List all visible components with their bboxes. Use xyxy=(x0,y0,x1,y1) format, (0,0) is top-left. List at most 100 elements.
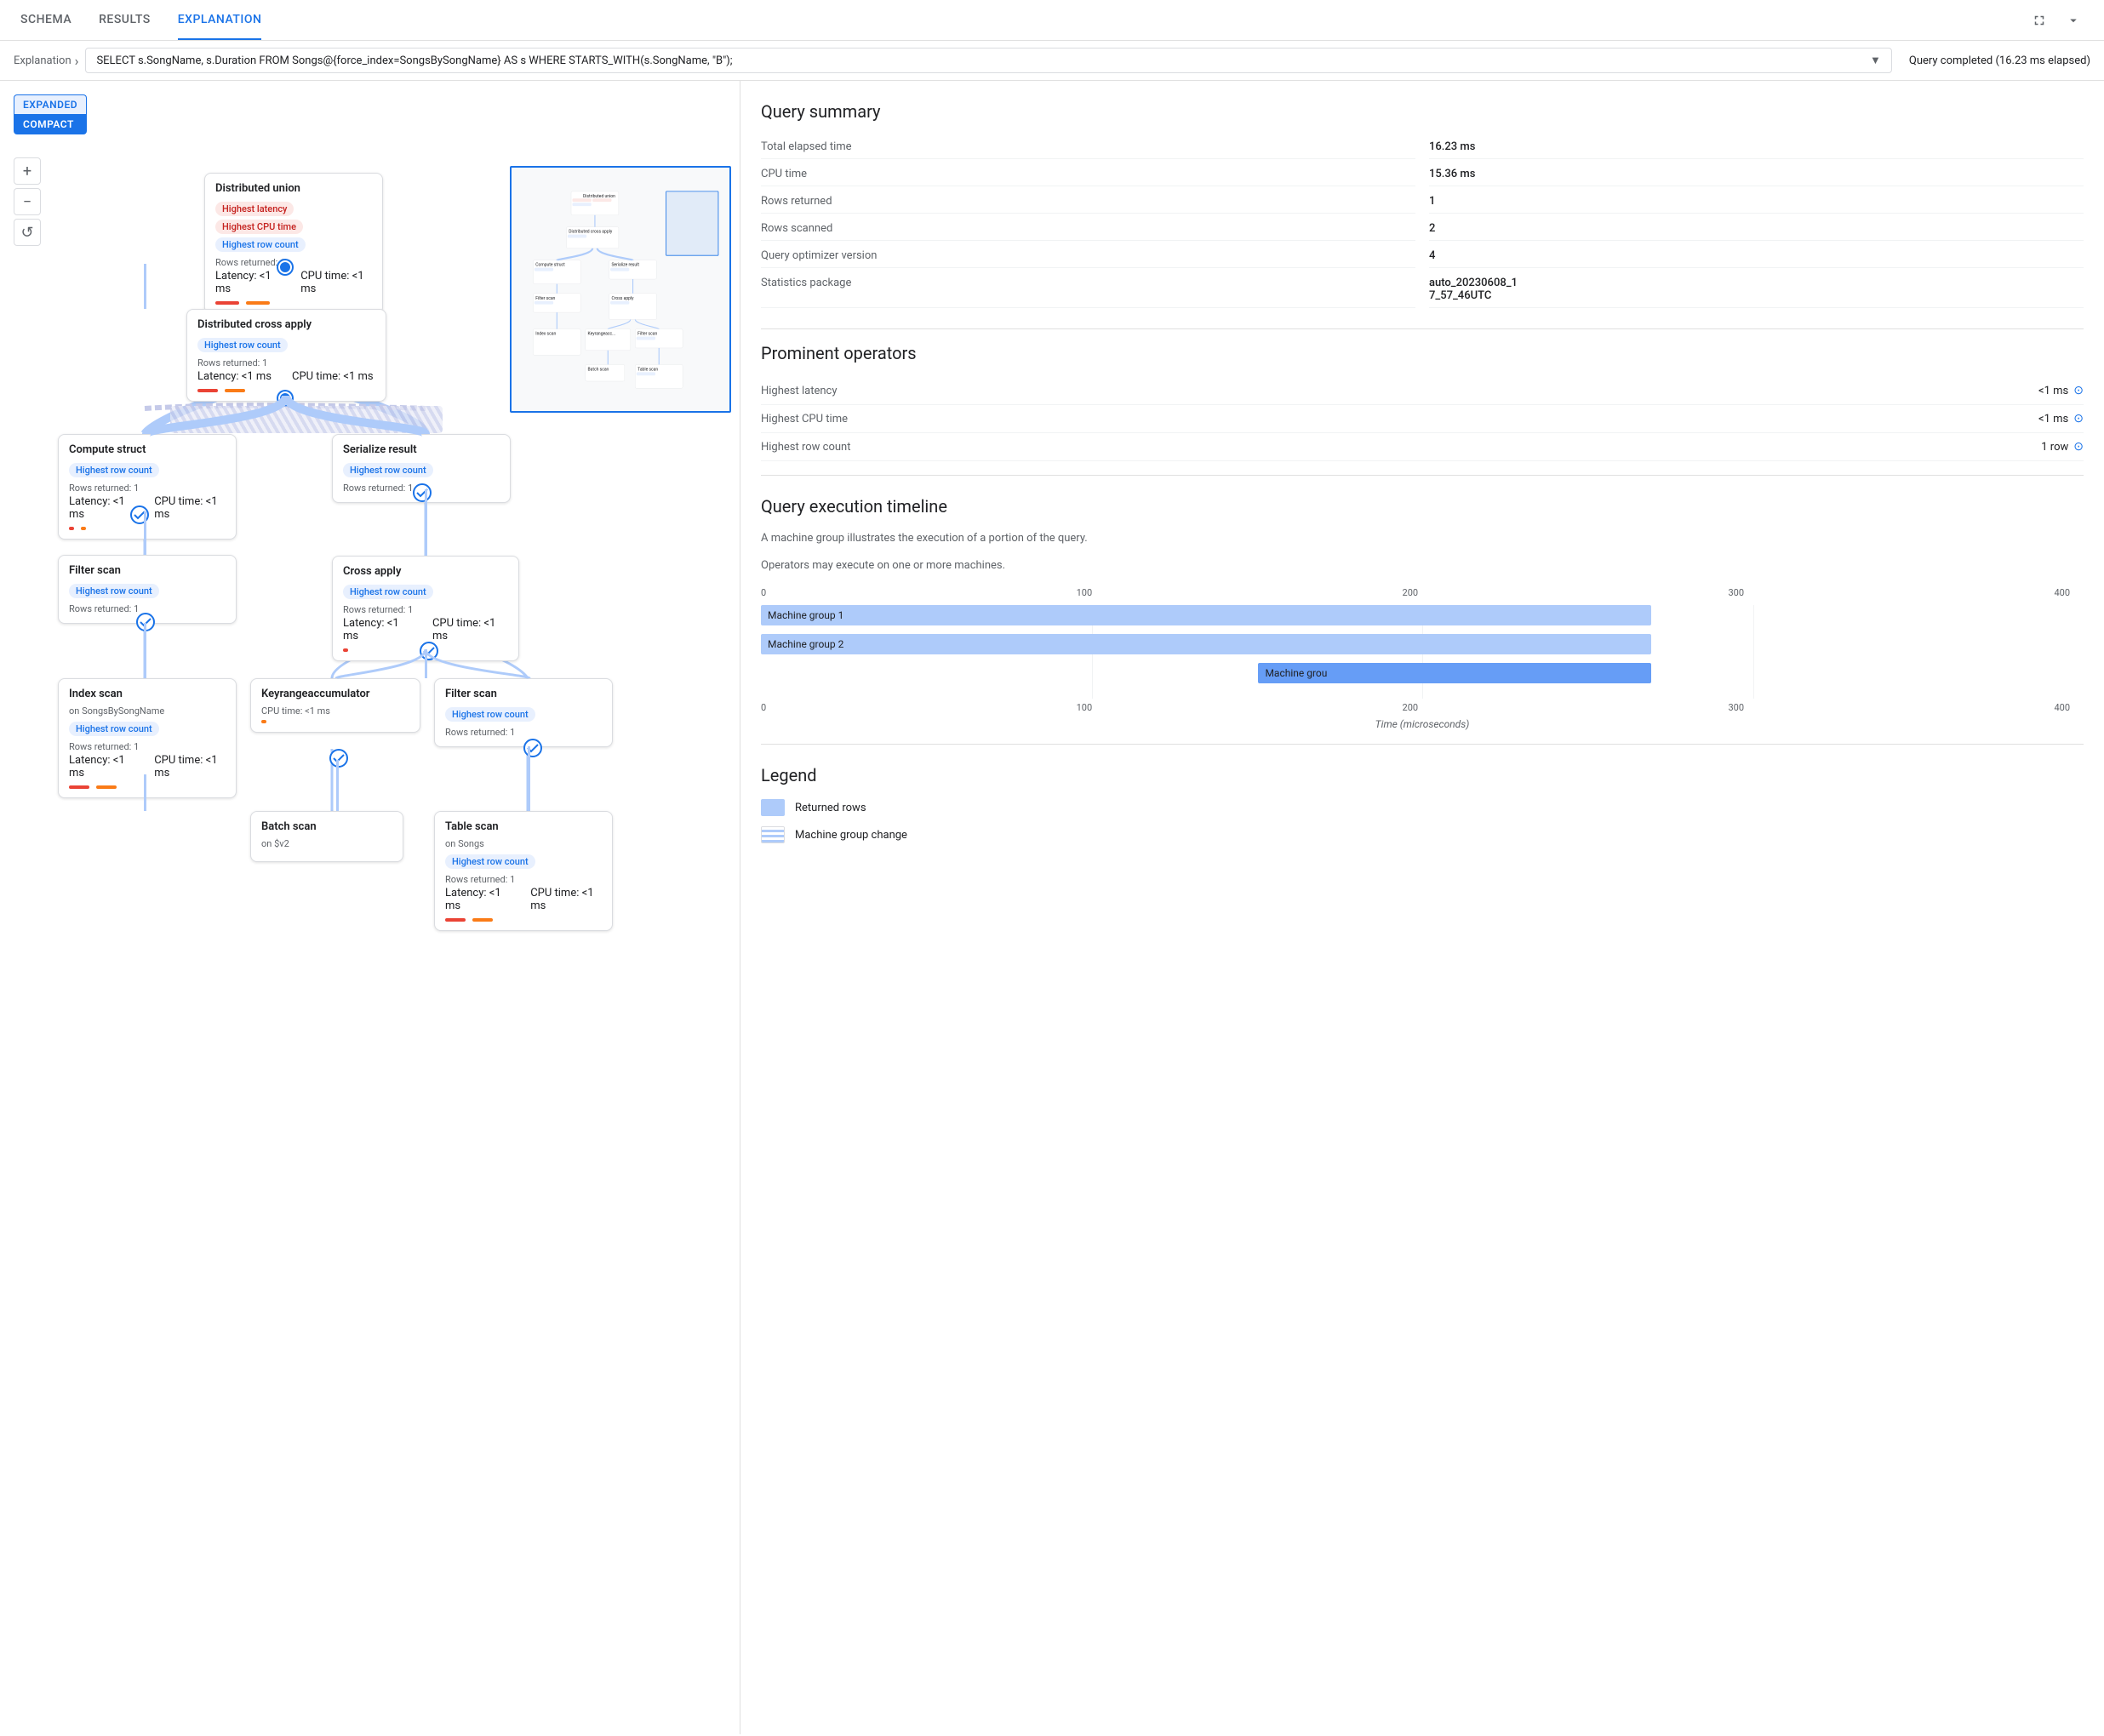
legend-section: Legend Returned rows Machine group chang… xyxy=(761,765,2084,843)
main-layout: EXPANDED COMPACT + − ↺ xyxy=(0,81,2104,1734)
prom-row-latency: Highest latency <1 ms ⊙ xyxy=(761,377,2084,405)
node-cpu: CPU time: <1 ms xyxy=(300,270,372,295)
link-icon-latency[interactable]: ⊙ xyxy=(2073,384,2084,397)
connector-check2 xyxy=(409,479,436,506)
expanded-view-button[interactable]: EXPANDED xyxy=(14,94,87,114)
legend-item-machine: Machine group change xyxy=(761,826,2084,843)
node-subtitle: on SongsBySongName xyxy=(69,705,226,717)
svg-text:Cross apply: Cross apply xyxy=(611,296,634,301)
timeline-section: Query execution timeline A machine group… xyxy=(761,496,2084,730)
node-keyrangeaccumulator[interactable]: Keyrangeaccumulator CPU time: <1 ms xyxy=(250,678,420,733)
prom-row-rowcount: Highest row count 1 row ⊙ xyxy=(761,433,2084,461)
axis-b-0: 0 xyxy=(761,702,766,713)
zoom-reset-button[interactable]: ↺ xyxy=(14,219,41,246)
stat-label-cpu: CPU time xyxy=(761,163,1415,186)
node-stats-row: Latency: <1 ms CPU time: <1 ms xyxy=(445,887,602,912)
stat-value-cpu: 15.36 ms xyxy=(1429,163,2084,186)
stat-value-rows-returned: 1 xyxy=(1429,190,2084,214)
stats-grid: Total elapsed time 16.23 ms CPU time 15.… xyxy=(761,135,2084,308)
svg-text:Keyrangeacc...: Keyrangeacc... xyxy=(588,332,616,337)
chevron-down-icon[interactable] xyxy=(2063,10,2084,31)
tab-schema[interactable]: SCHEMA xyxy=(20,1,71,40)
stat-value-optimizer: 4 xyxy=(1429,244,2084,268)
fullscreen-icon[interactable] xyxy=(2029,10,2050,31)
prominent-operators-section: Prominent operators Highest latency <1 m… xyxy=(761,343,2084,461)
breadcrumb: Explanation › xyxy=(14,53,78,69)
legend-item-rows: Returned rows xyxy=(761,799,2084,816)
tab-results[interactable]: RESULTS xyxy=(99,1,151,40)
zoom-in-button[interactable]: + xyxy=(14,157,41,185)
node-subtitle: on Songs xyxy=(445,838,602,849)
prominent-operators-title: Prominent operators xyxy=(761,343,2084,363)
tab-actions xyxy=(2029,10,2084,31)
legend-title: Legend xyxy=(761,765,2084,785)
query-summary-section: Query summary Total elapsed time 16.23 m… xyxy=(761,101,2084,308)
node-distributed-cross-apply[interactable]: Distributed cross apply Highest row coun… xyxy=(186,309,386,402)
diagram-canvas[interactable]: Distributed union Highest latency Highes… xyxy=(0,81,740,1734)
latency-bar xyxy=(215,301,239,305)
badge-highest-row-count: Highest row count xyxy=(343,463,433,477)
bar-label-2: Machine group 2 xyxy=(768,638,843,650)
node-title: Keyrangeaccumulator xyxy=(261,688,409,700)
latency-bar xyxy=(69,785,89,789)
node-cpu: CPU time: <1 ms xyxy=(261,705,409,717)
connector-circle-1 xyxy=(278,260,292,274)
node-table-scan[interactable]: Table scan on Songs Highest row count Ro… xyxy=(434,811,613,931)
node-latency: Latency: <1 ms xyxy=(69,495,134,521)
mini-map[interactable]: Distributed union Distributed cross appl… xyxy=(510,166,731,413)
node-distributed-union[interactable]: Distributed union Highest latency Highes… xyxy=(204,173,383,314)
stat-label-stats: Statistics package xyxy=(761,271,1415,308)
mini-map-svg: Distributed union Distributed cross appl… xyxy=(512,168,731,413)
connector-check xyxy=(126,501,153,528)
node-cpu: CPU time: <1 ms xyxy=(154,754,226,779)
node-stats-row: Latency: <1 ms CPU time: <1 ms xyxy=(69,754,226,779)
svg-text:Distributed cross apply: Distributed cross apply xyxy=(569,230,613,235)
node-title: Table scan xyxy=(445,820,602,833)
badge-highest-row-count: Highest row count xyxy=(197,338,288,352)
axis-400: 400 xyxy=(2054,587,2070,598)
stat-label-optimizer: Query optimizer version xyxy=(761,244,1415,268)
timeline-bar-1: Machine group 1 xyxy=(761,605,1651,625)
badge-highest-row-count: Highest row count xyxy=(69,722,159,736)
badge-highest-row-count: Highest row count xyxy=(215,237,306,252)
node-cpu: CPU time: <1 ms xyxy=(530,887,602,912)
query-status: Query completed (16.23 ms elapsed) xyxy=(1909,54,2090,67)
node-rows: Rows returned: 1 xyxy=(343,604,508,615)
badge-highest-row-count: Highest row count xyxy=(69,584,159,598)
timeline-chart: 0 100 200 300 400 Machine group 1 xyxy=(761,587,2084,730)
node-title: Cross apply xyxy=(343,565,508,578)
axis-b-200: 200 xyxy=(1403,702,1419,713)
node-latency: Latency: <1 ms xyxy=(445,887,510,912)
svg-text:Distributed union: Distributed union xyxy=(583,194,615,199)
query-selector[interactable]: SELECT s.SongName, s.Duration FROM Songs… xyxy=(85,48,1891,73)
vline-6 xyxy=(425,649,427,678)
latency-bar xyxy=(343,648,348,652)
legend-label-machine: Machine group change xyxy=(795,829,907,842)
node-title: Index scan xyxy=(69,688,226,700)
node-rows: Rows returned: 1 xyxy=(69,483,226,494)
node-title: Filter scan xyxy=(445,688,602,700)
badge-highest-row-count: Highest row count xyxy=(445,707,535,722)
prom-label-latency: Highest latency xyxy=(761,385,838,397)
zoom-out-button[interactable]: − xyxy=(14,188,41,215)
divider-3 xyxy=(761,744,2084,745)
vline-4 xyxy=(144,774,146,811)
timeline-bar-3: Machine grou xyxy=(1258,663,1650,683)
cpu-bar xyxy=(261,720,266,723)
divider-1 xyxy=(761,328,2084,329)
link-icon-cpu[interactable]: ⊙ xyxy=(2073,412,2084,425)
vline-7 xyxy=(336,760,339,811)
tab-explanation[interactable]: EXPLANATION xyxy=(178,1,262,40)
stat-label-rows-returned: Rows returned xyxy=(761,190,1415,214)
node-batch-scan[interactable]: Batch scan on $v2 xyxy=(250,811,403,862)
axis-b-300: 300 xyxy=(1729,702,1745,713)
breadcrumb-chevron-icon: › xyxy=(75,53,79,69)
query-summary-title: Query summary xyxy=(761,101,2084,122)
link-icon-rowcount[interactable]: ⊙ xyxy=(2073,440,2084,454)
svg-text:Index scan: Index scan xyxy=(535,332,556,337)
badge-highest-row-count: Highest row count xyxy=(69,463,159,477)
compact-view-button[interactable]: COMPACT xyxy=(14,114,87,134)
connector-check6 xyxy=(415,637,443,665)
cpu-bar xyxy=(96,785,117,789)
node-index-scan[interactable]: Index scan on SongsBySongName Highest ro… xyxy=(58,678,237,798)
